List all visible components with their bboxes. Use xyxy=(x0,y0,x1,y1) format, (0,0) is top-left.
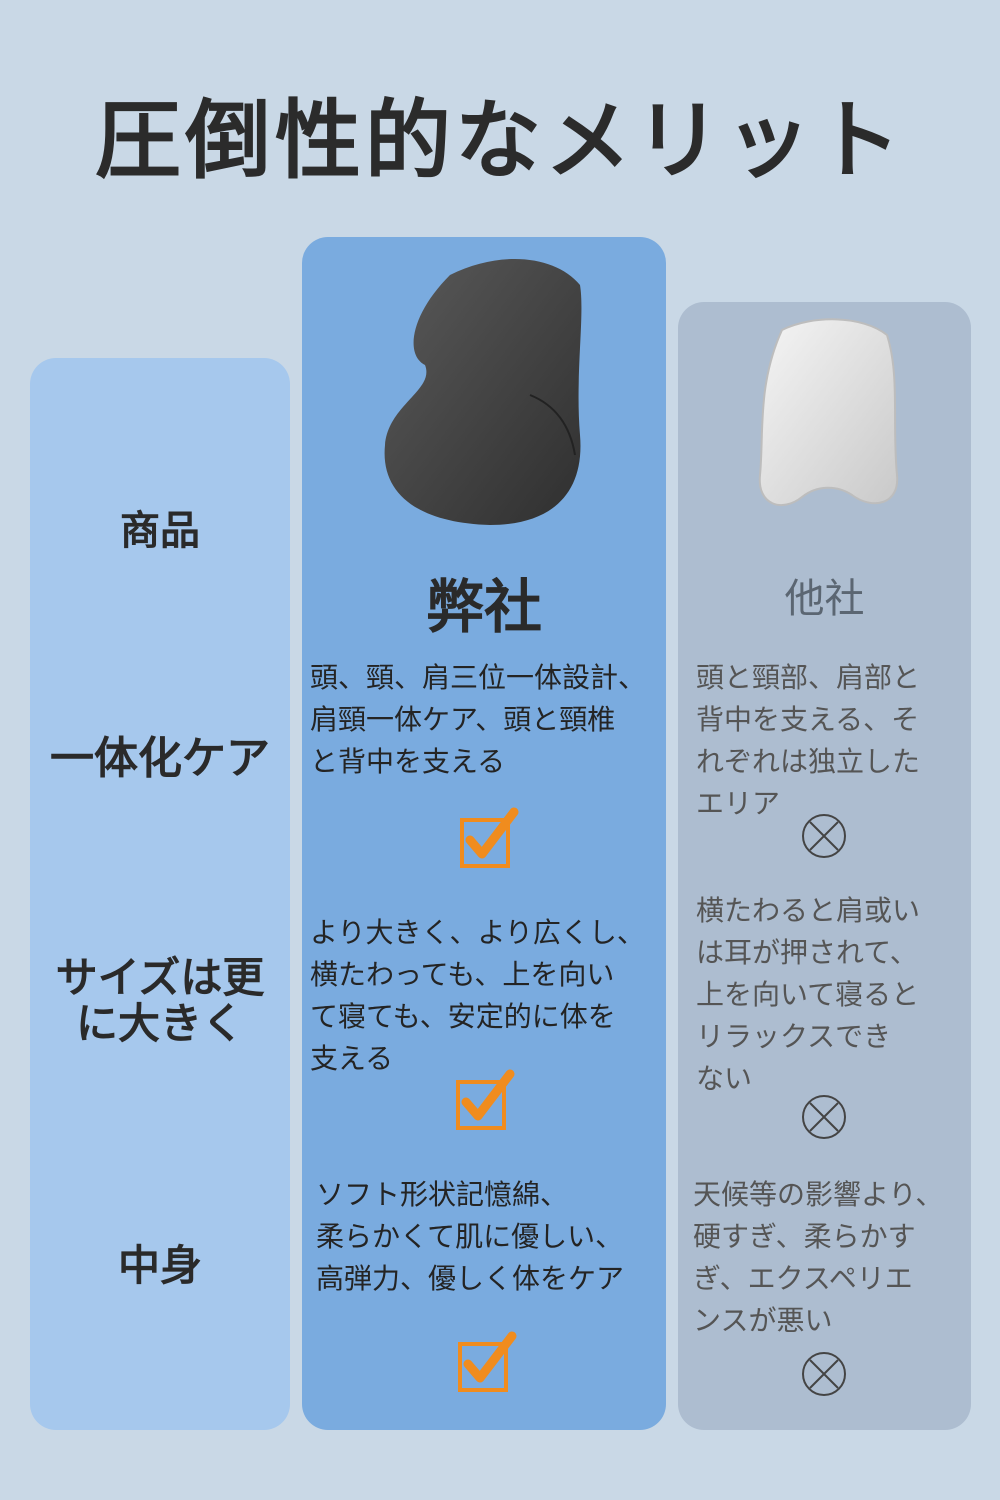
row-label-size-line1: サイズは更 xyxy=(55,953,265,1002)
row-label-size: サイズは更 に大きく xyxy=(30,955,290,1047)
check-box-icon xyxy=(458,1331,517,1392)
ours-size-text: より大きく、より広くし、 横たわっても、上を向い て寝ても、安定的に体を 支える xyxy=(310,916,645,1075)
row-label-product: 商品 xyxy=(120,508,200,554)
brand-other: 他社 xyxy=(784,576,865,622)
circle-x-icon xyxy=(802,814,846,858)
row-label-care: 一体化ケア xyxy=(50,733,270,784)
ours-pillow-image xyxy=(384,258,582,525)
row-label-filling: 中身 xyxy=(117,1241,202,1290)
other-size-text: 横たわると肩或い は耳が押されて、 上を向いて寝ると リラックスでき ない xyxy=(696,894,921,1095)
check-box-icon xyxy=(460,807,519,868)
other-pillow-image xyxy=(758,318,899,506)
check-box-icon xyxy=(456,1069,515,1130)
other-care-text: 頭と頸部、肩部と 背中を支える、そ れぞれは独立した エリア xyxy=(696,661,921,820)
circle-x-icon xyxy=(802,1095,846,1139)
circle-x-icon xyxy=(802,1352,846,1396)
other-filling-text: 天候等の影響より、 硬すぎ、柔らかす ぎ、エクスペリエ ンスが悪い xyxy=(693,1178,944,1337)
page-title: 圧倒性的なメリット xyxy=(95,91,905,191)
brand-ours: 弊社 xyxy=(425,573,542,641)
ours-care-text: 頭、頸、肩三位一体設計、 肩頸一体ケア、頭と頸椎 と背中を支える xyxy=(310,661,647,778)
row-label-size-line2: に大きく xyxy=(75,999,244,1048)
ours-filling-text: ソフト形状記憶綿、 柔らかくて肌に優しい、 高弾力、優しく体をケア xyxy=(316,1178,625,1295)
